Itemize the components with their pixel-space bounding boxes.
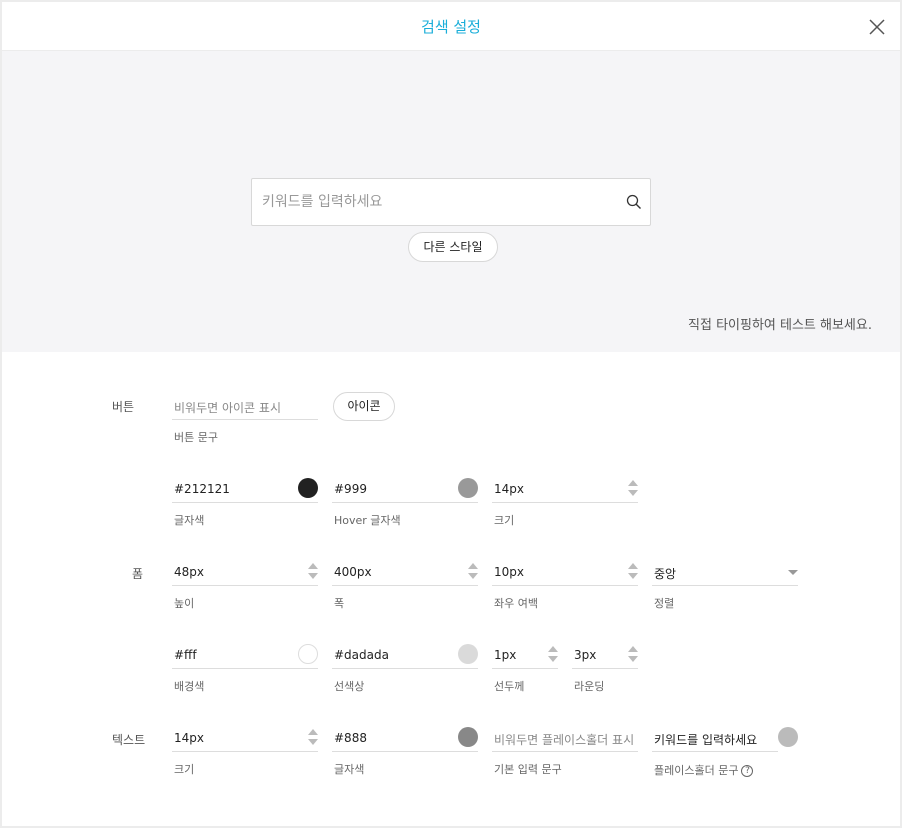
text-color-value: #888 (334, 731, 367, 745)
form-width-caption: 폭 (334, 597, 345, 610)
button-text-color-field[interactable]: #212121 (172, 477, 318, 503)
text-size-stepper[interactable] (308, 728, 318, 746)
form-bg-color-value: #fff (174, 648, 197, 662)
form-height-caption: 높이 (174, 597, 195, 610)
form-line-color-field[interactable]: #dadada (332, 643, 478, 669)
placeholder-text-field[interactable]: 키워드를 입력하세요 (652, 726, 778, 752)
default-text-value: 비워두면 플레이스홀더 표시 (494, 733, 635, 747)
form-line-color-swatch[interactable] (458, 644, 478, 664)
form-height-field[interactable]: 48px (172, 560, 318, 586)
dialog-title: 검색 설정 (421, 18, 481, 36)
other-style-button[interactable]: 다른 스타일 (408, 232, 498, 262)
text-color-field[interactable]: #888 (332, 726, 478, 752)
help-icon[interactable]: ? (741, 765, 754, 777)
preview-area: 다른 스타일 직접 타이핑하여 테스트 해보세요. (2, 51, 900, 352)
placeholder-text-caption-row: 플레이스홀더 문구? (654, 762, 754, 778)
form-padding-caption: 좌우 여백 (494, 597, 538, 610)
button-size-field[interactable]: 14px (492, 477, 638, 503)
dialog-header: 검색 설정 (2, 2, 900, 51)
button-size-stepper[interactable] (628, 479, 638, 497)
text-color-swatch[interactable] (458, 727, 478, 747)
button-size-caption: 크기 (494, 514, 515, 527)
text-size-field[interactable]: 14px (172, 726, 318, 752)
form-line-width-caption: 선두께 (494, 680, 525, 693)
button-text-color-swatch[interactable] (298, 478, 318, 498)
default-text-field[interactable]: 비워두면 플레이스홀더 표시 (492, 726, 638, 752)
form-radius-value: 3px (574, 648, 597, 662)
form-width-value: 400px (334, 565, 372, 579)
button-section-label: 버튼 (112, 400, 135, 414)
preview-search-box (251, 178, 651, 226)
button-size-value: 14px (494, 482, 524, 496)
default-text-caption: 기본 입력 문구 (494, 763, 562, 776)
form-padding-field[interactable]: 10px (492, 560, 638, 586)
button-text-caption: 버튼 문구 (174, 431, 218, 444)
close-icon[interactable] (868, 18, 886, 36)
button-hover-color-caption: Hover 글자색 (334, 514, 401, 527)
form-line-width-stepper[interactable] (548, 645, 558, 663)
button-hover-color-swatch[interactable] (458, 478, 478, 498)
form-padding-value: 10px (494, 565, 524, 579)
form-padding-stepper[interactable] (628, 562, 638, 580)
text-size-caption: 크기 (174, 763, 195, 776)
button-text-value: 비워두면 아이콘 표시 (174, 401, 281, 415)
text-color-caption: 글자색 (334, 763, 365, 776)
preview-hint: 직접 타이핑하여 테스트 해보세요. (688, 318, 872, 333)
placeholder-text-value: 키워드를 입력하세요 (654, 733, 758, 747)
button-text-color-value: #212121 (174, 482, 230, 496)
form-line-color-caption: 선색상 (334, 680, 365, 693)
text-size-value: 14px (174, 731, 204, 745)
form-width-field[interactable]: 400px (332, 560, 478, 586)
form-align-caption: 정렬 (654, 597, 675, 610)
chevron-down-icon[interactable] (788, 570, 798, 575)
form-bg-color-swatch[interactable] (298, 644, 318, 664)
form-section-label: 폼 (132, 567, 144, 581)
form-bg-color-field[interactable]: #fff (172, 643, 318, 669)
button-hover-color-value: #999 (334, 482, 367, 496)
form-bg-color-caption: 배경색 (174, 680, 205, 693)
form-align-select[interactable]: 중앙 (652, 560, 798, 586)
search-icon[interactable] (626, 194, 642, 210)
button-text-field[interactable]: 비워두면 아이콘 표시 (172, 394, 318, 420)
search-settings-dialog: 검색 설정 다른 스타일 직접 타이핑하여 테스트 해보세요. 버튼 비워두면 … (0, 0, 902, 828)
form-line-width-value: 1px (494, 648, 517, 662)
form-height-value: 48px (174, 565, 204, 579)
text-section-label: 텍스트 (112, 733, 146, 747)
placeholder-color-swatch[interactable] (778, 727, 798, 747)
form-align-value: 중앙 (654, 567, 677, 581)
preview-search-input[interactable] (262, 179, 612, 225)
button-hover-color-field[interactable]: #999 (332, 477, 478, 503)
form-width-stepper[interactable] (468, 562, 478, 580)
form-radius-stepper[interactable] (628, 645, 638, 663)
form-height-stepper[interactable] (308, 562, 318, 580)
placeholder-text-caption: 플레이스홀더 문구 (654, 764, 739, 777)
form-radius-caption: 라운딩 (574, 680, 605, 693)
button-text-color-caption: 글자색 (174, 514, 205, 527)
form-line-color-value: #dadada (334, 648, 389, 662)
icon-toggle-button[interactable]: 아이콘 (333, 392, 395, 421)
